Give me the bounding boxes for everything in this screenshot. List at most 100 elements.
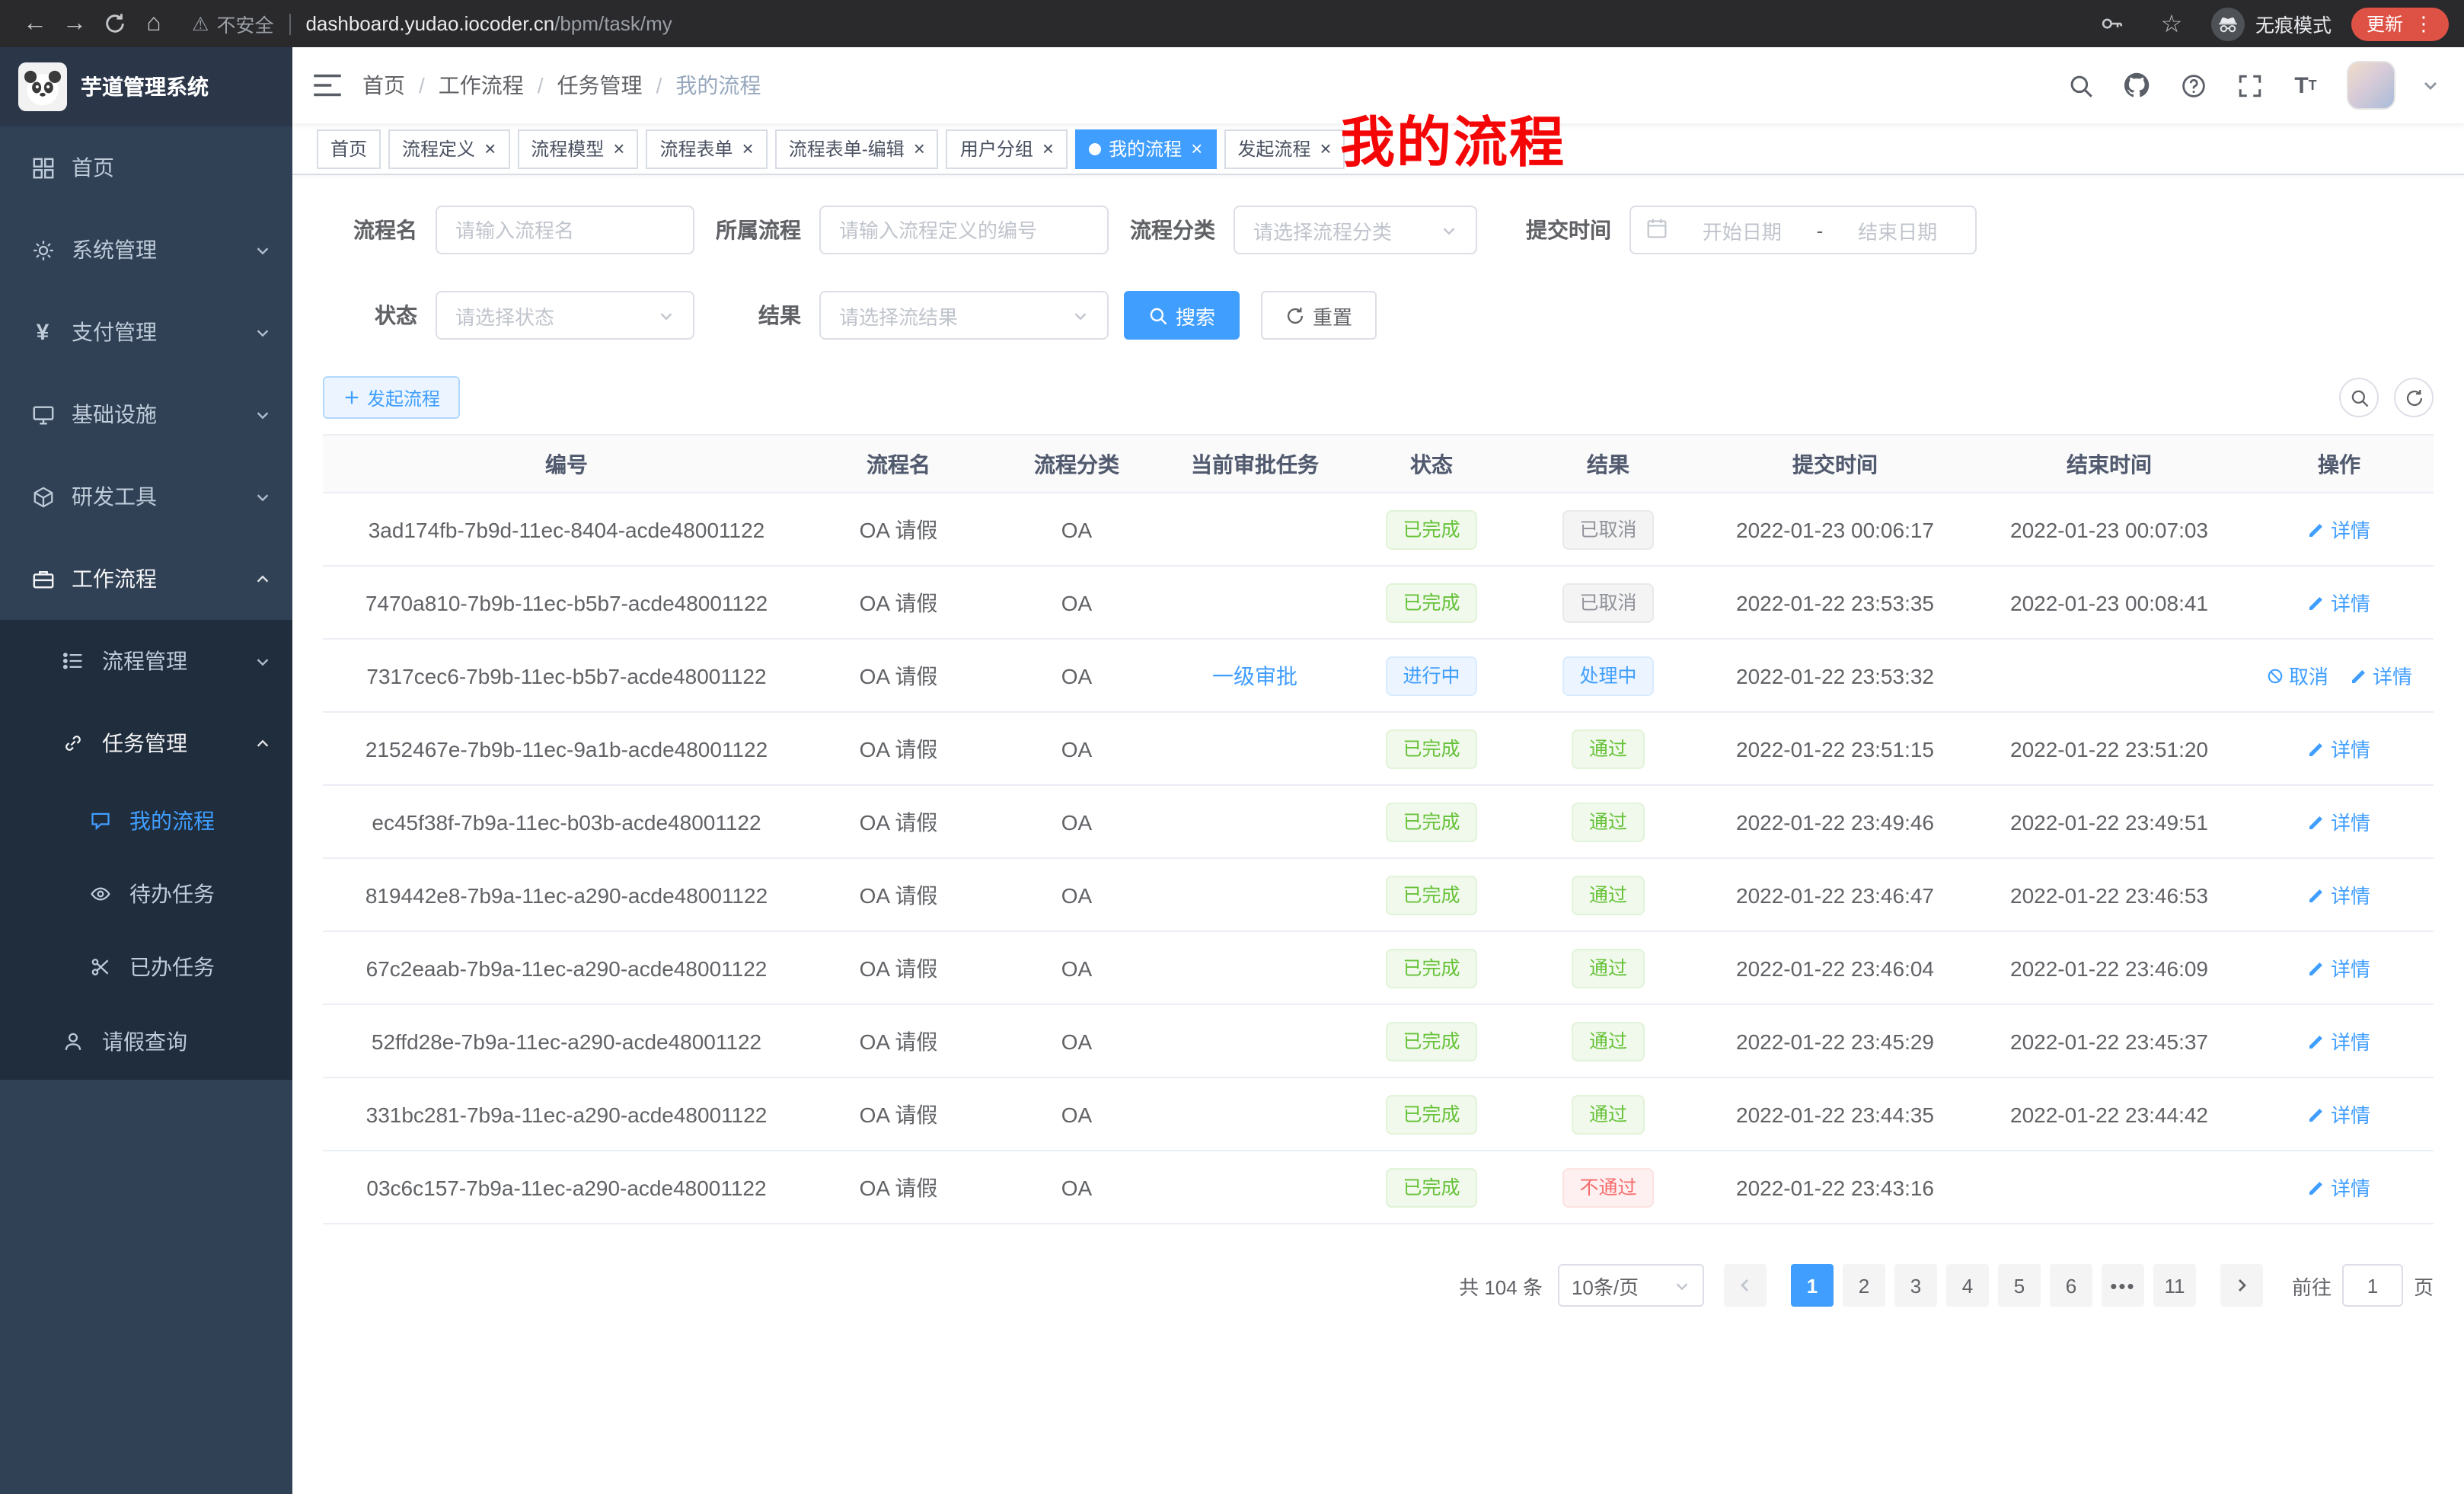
address-bar[interactable]: dashboard.yudao.iocoder.cn/bpm/task/my xyxy=(305,12,672,35)
sidebar-item-task-mgmt[interactable]: 任务管理 xyxy=(0,702,292,784)
sidebar-item-todo-tasks[interactable]: 待办任务 xyxy=(0,857,292,931)
sidebar-item-process-mgmt[interactable]: 流程管理 xyxy=(0,620,292,702)
tab-2[interactable]: 流程模型 × xyxy=(517,129,638,168)
toggle-search-icon[interactable] xyxy=(2339,378,2379,417)
sidebar-item-system[interactable]: 系统管理 xyxy=(0,209,292,291)
sidebar-item-workflow[interactable]: 工作流程 xyxy=(0,538,292,620)
page-button-4[interactable]: 4 xyxy=(1946,1264,1989,1307)
breadcrumb-item[interactable]: 首页 xyxy=(362,70,405,101)
next-page-button[interactable] xyxy=(2220,1264,2263,1307)
search-icon[interactable] xyxy=(2065,70,2095,101)
create-process-button[interactable]: 发起流程 xyxy=(323,376,460,419)
cell-status: 已完成 xyxy=(1343,712,1520,785)
page-button-5[interactable]: 5 xyxy=(1998,1264,2041,1307)
tab-label: 流程模型 xyxy=(531,136,604,161)
fullscreen-icon[interactable] xyxy=(2234,70,2265,101)
tab-4[interactable]: 流程表单-编辑× xyxy=(775,129,939,168)
home-icon[interactable]: ⌂ xyxy=(134,4,174,43)
tab-3[interactable]: 流程表单× xyxy=(646,129,767,168)
chevron-down-icon xyxy=(254,324,271,340)
tab-close-icon[interactable]: × xyxy=(1320,139,1331,158)
reload-icon[interactable] xyxy=(94,4,134,43)
gear-icon xyxy=(30,238,55,262)
browser-chrome: ← → ⌂ ⚠ 不安全 dashboard.yudao.iocoder.cn/b… xyxy=(0,0,2464,47)
prev-page-button[interactable] xyxy=(1724,1264,1767,1307)
current-task-link[interactable]: 一级审批 xyxy=(1212,663,1297,688)
tab-close-icon[interactable]: × xyxy=(914,139,925,158)
help-icon[interactable] xyxy=(2178,70,2208,101)
select-placeholder: 请选择流程分类 xyxy=(1253,215,1392,244)
breadcrumb-item[interactable]: 工作流程 xyxy=(439,70,524,101)
breadcrumb-item[interactable]: 任务管理 xyxy=(557,70,643,101)
page-button-2[interactable]: 2 xyxy=(1843,1264,1885,1307)
refresh-icon[interactable] xyxy=(2394,378,2434,417)
sidebar-item-devtools[interactable]: 研发工具 xyxy=(0,455,292,538)
avatar[interactable] xyxy=(2347,61,2395,110)
page-button-11[interactable]: 11 xyxy=(2153,1264,2196,1307)
category-select[interactable]: 请选择流程分类 xyxy=(1234,206,1477,254)
browser-menu-icon[interactable]: ⋮ xyxy=(2414,11,2434,36)
row-action-detail[interactable]: 详情 xyxy=(2308,515,2370,544)
tab-6[interactable]: 我的流程× xyxy=(1075,129,1216,168)
tab-1[interactable]: 流程定义× xyxy=(388,129,509,168)
page-button-3[interactable]: 3 xyxy=(1894,1264,1937,1307)
submit-time-range-picker[interactable]: 开始日期 - 结束日期 xyxy=(1629,206,1977,254)
process-name-input[interactable] xyxy=(436,206,694,254)
sidebar-item-home[interactable]: 首页 xyxy=(0,126,292,209)
tab-close-icon[interactable]: × xyxy=(613,139,624,158)
sidebar-item-leave-query[interactable]: 请假查询 xyxy=(0,1004,292,1080)
bookmark-star-icon[interactable]: ☆ xyxy=(2152,4,2191,43)
toolbox-icon xyxy=(30,484,55,509)
row-action-detail[interactable]: 详情 xyxy=(2308,1026,2370,1055)
status-tag: 进行中 xyxy=(1386,656,1476,695)
row-action-detail[interactable]: 详情 xyxy=(2308,588,2370,617)
key-icon[interactable] xyxy=(2092,4,2132,43)
row-action-detail[interactable]: 详情 xyxy=(2350,661,2412,690)
tab-7[interactable]: 发起流程× xyxy=(1224,129,1345,168)
back-icon[interactable]: ← xyxy=(15,4,55,43)
avatar-caret-icon[interactable] xyxy=(2421,76,2440,94)
table-row: 03c6c157-7b9a-11ec-a290-acde48001122OA 请… xyxy=(323,1151,2434,1224)
cell-actions: 详情 xyxy=(2245,1077,2434,1151)
security-chip[interactable]: ⚠ 不安全 xyxy=(192,9,273,38)
tab-close-icon[interactable]: × xyxy=(484,139,496,158)
sidebar-item-payment[interactable]: ¥ 支付管理 xyxy=(0,291,292,373)
github-icon[interactable] xyxy=(2121,70,2152,101)
tab-0[interactable]: 首页 xyxy=(317,129,381,168)
page-size-select[interactable]: 10条/页 xyxy=(1558,1264,1704,1307)
tab-close-icon[interactable]: × xyxy=(1042,139,1054,158)
row-action-detail[interactable]: 详情 xyxy=(2308,1173,2370,1202)
update-button[interactable]: 更新 ⋮ xyxy=(2351,7,2449,40)
app-logo[interactable]: 芋道管理系统 xyxy=(0,47,292,126)
page-button-1[interactable]: 1 xyxy=(1791,1264,1834,1307)
row-action-detail[interactable]: 详情 xyxy=(2308,880,2370,909)
sidebar-item-infrastructure[interactable]: 基础设施 xyxy=(0,373,292,455)
tab-5[interactable]: 用户分组× xyxy=(946,129,1068,168)
cell-submit-time: 2022-01-22 23:46:47 xyxy=(1696,858,1974,931)
tab-close-icon[interactable]: × xyxy=(1191,139,1202,158)
row-action-detail[interactable]: 详情 xyxy=(2308,734,2370,763)
reset-button[interactable]: 重置 xyxy=(1261,291,1377,340)
sidebar-item-done-tasks[interactable]: 已办任务 xyxy=(0,931,292,1004)
row-action-detail[interactable]: 详情 xyxy=(2308,1100,2370,1128)
status-tag: 已完成 xyxy=(1386,1167,1476,1207)
result-select[interactable]: 请选择流结果 xyxy=(819,291,1109,340)
sidebar-item-my-process[interactable]: 我的流程 xyxy=(0,784,292,857)
row-action-cancel[interactable]: 取消 xyxy=(2266,661,2328,690)
hamburger-icon[interactable] xyxy=(292,47,362,123)
cell-id: 2152467e-7b9b-11ec-9a1b-acde48001122 xyxy=(323,712,810,785)
search-button[interactable]: 搜索 xyxy=(1124,291,1240,340)
page-button-6[interactable]: 6 xyxy=(2050,1264,2092,1307)
cell-name: OA 请假 xyxy=(810,858,987,931)
row-action-detail[interactable]: 详情 xyxy=(2308,953,2370,982)
goto-page-input[interactable] xyxy=(2342,1264,2403,1307)
forward-icon[interactable]: → xyxy=(55,4,94,43)
row-action-detail[interactable]: 详情 xyxy=(2308,807,2370,836)
page-more-button[interactable]: ••• xyxy=(2102,1264,2144,1307)
font-size-icon[interactable]: TT xyxy=(2290,70,2321,101)
tab-close-icon[interactable]: × xyxy=(742,139,754,158)
monitor-icon xyxy=(30,402,55,426)
cell-submit-time: 2022-01-22 23:46:04 xyxy=(1696,931,1974,1004)
status-select[interactable]: 请选择状态 xyxy=(436,291,694,340)
process-definition-input[interactable] xyxy=(819,206,1109,254)
